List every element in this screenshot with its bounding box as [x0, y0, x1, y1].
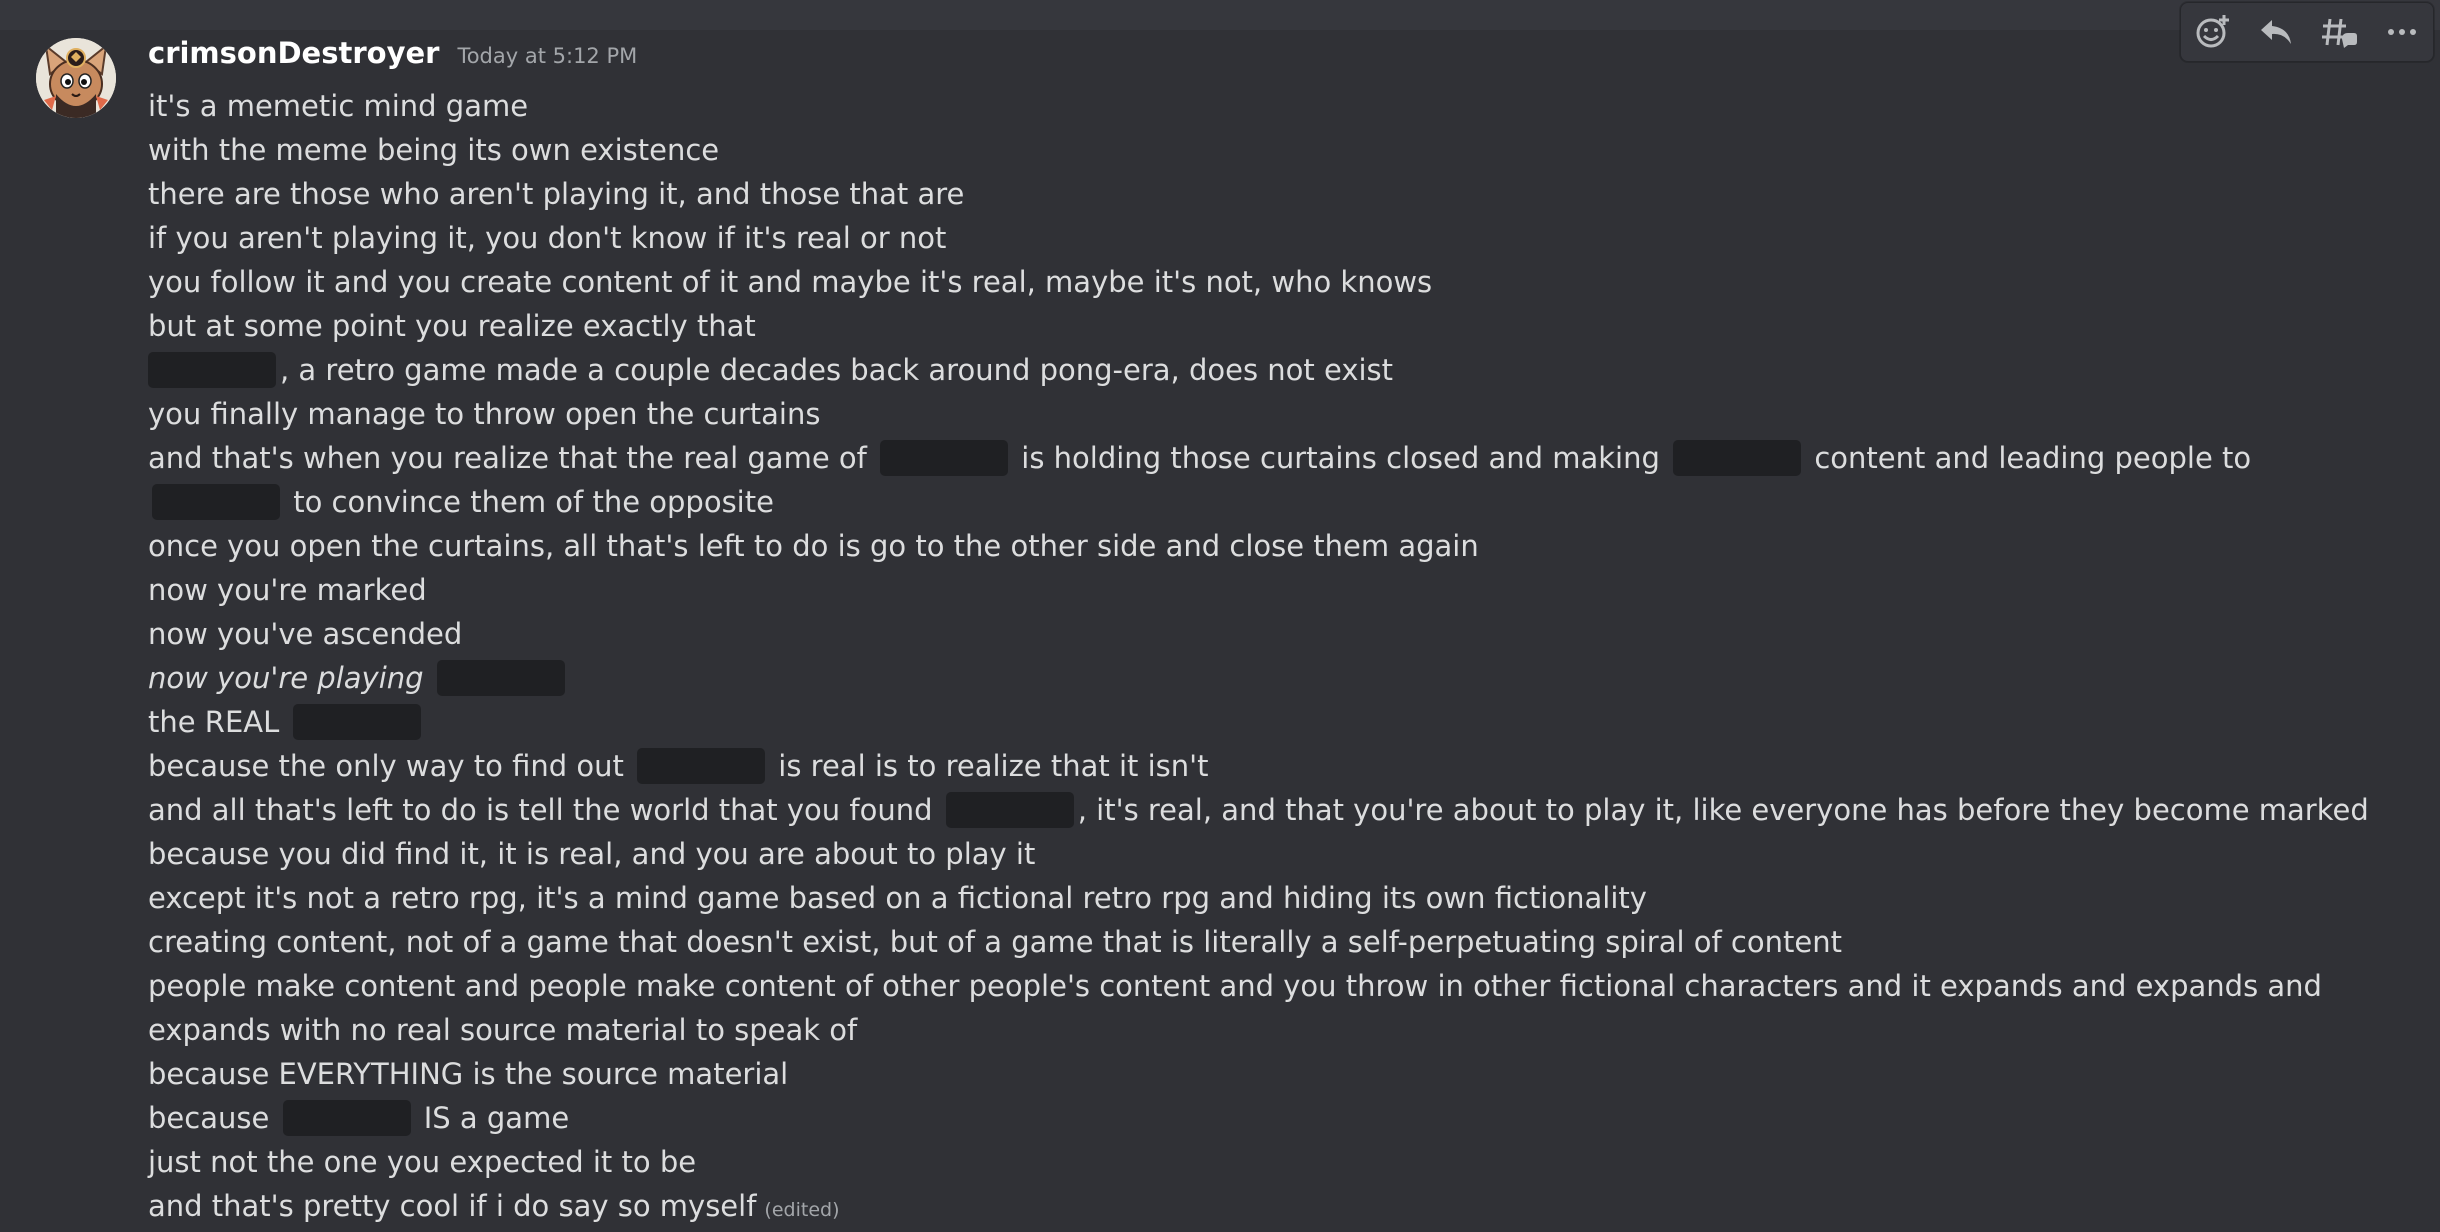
- top-band: [0, 0, 2440, 30]
- message-text: , it's real, and that you're about to pl…: [1077, 793, 2369, 827]
- message-line: and that's pretty cool if i do say so my…: [148, 1184, 2378, 1232]
- spoiler[interactable]: [945, 792, 1074, 828]
- message-line: now you're marked: [148, 573, 427, 607]
- spoiler[interactable]: [148, 352, 276, 388]
- message-text: to convince them of the opposite: [293, 485, 774, 519]
- message-line: once you open the curtains, all that's l…: [148, 529, 1479, 563]
- message-text: content and leading people to: [1814, 441, 2252, 475]
- message-text: now you're playing: [148, 661, 424, 695]
- message-line: except it's not a retro rpg, it's a mind…: [148, 881, 1647, 915]
- add-reaction-icon: [2196, 15, 2229, 48]
- message-line: people make content and people make cont…: [148, 969, 2322, 1047]
- spoiler[interactable]: [292, 704, 421, 740]
- message-line: it's a memetic mind game: [148, 89, 529, 123]
- message-text: is real is to realize that it isn't: [778, 749, 1209, 783]
- message-text: because the only way to find out: [148, 749, 624, 783]
- edited-label: (edited): [764, 1199, 840, 1221]
- message-content: it's a memetic mind game with the meme b…: [148, 84, 2378, 1232]
- message-header: crimsonDestroyer Today at 5:12 PM: [148, 36, 637, 80]
- message-text: the REAL: [148, 705, 280, 739]
- spoiler[interactable]: [282, 1100, 411, 1136]
- message-line: now you've ascended: [148, 617, 463, 651]
- message-line: , a retro game made a couple decades bac…: [148, 348, 2378, 392]
- reply-icon: [2260, 20, 2291, 44]
- message-text: because: [148, 1101, 270, 1135]
- more-button[interactable]: [2376, 8, 2428, 56]
- message-line: because the only way to find out is real…: [148, 744, 2378, 788]
- message-line: you follow it and you create content of …: [148, 265, 1433, 299]
- create-thread-button[interactable]: [2313, 8, 2365, 56]
- spoiler[interactable]: [1673, 440, 1802, 476]
- message-text: and that's pretty cool if i do say so my…: [148, 1189, 757, 1223]
- spoiler[interactable]: [436, 660, 565, 696]
- message-line: with the meme being its own existence: [148, 133, 720, 167]
- message-line: you finally manage to throw open the cur…: [148, 397, 821, 431]
- message-line: now you're playing: [148, 656, 2378, 700]
- message-line: there are those who aren't playing it, a…: [148, 177, 965, 211]
- message-line: because EVERYTHING is the source materia…: [148, 1057, 789, 1091]
- message-line: but at some point you realize exactly th…: [148, 309, 756, 343]
- message-line: and all that's left to do is tell the wo…: [148, 788, 2378, 832]
- create-thread-icon: [2321, 18, 2357, 48]
- avatar[interactable]: [36, 38, 116, 118]
- more-icon: [2387, 29, 2416, 35]
- username[interactable]: crimsonDestroyer: [148, 36, 439, 70]
- message-line: just not the one you expected it to be: [148, 1145, 697, 1179]
- spoiler[interactable]: [637, 748, 766, 784]
- timestamp[interactable]: Today at 5:12 PM: [457, 44, 637, 68]
- message-text: is holding those curtains closed and mak…: [1021, 441, 1660, 475]
- add-reaction-button[interactable]: [2187, 8, 2239, 56]
- reply-button[interactable]: [2250, 8, 2302, 56]
- message-text: and that's when you realize that the rea…: [148, 441, 867, 475]
- message-line: if you aren't playing it, you don't know…: [148, 221, 947, 255]
- message-toolbar: [2180, 2, 2434, 62]
- message-text: , a retro game made a couple decades bac…: [280, 353, 1394, 387]
- spoiler[interactable]: [880, 440, 1009, 476]
- message-line: because IS a game: [148, 1096, 2378, 1140]
- message-text: IS a game: [423, 1101, 570, 1135]
- spoiler[interactable]: [152, 484, 280, 520]
- message-line: creating content, not of a game that doe…: [148, 925, 1842, 959]
- message-line: because you did find it, it is real, and…: [148, 837, 1036, 871]
- message-line: the REAL: [148, 700, 2378, 744]
- message-text: and all that's left to do is tell the wo…: [148, 793, 933, 827]
- message-line: and that's when you realize that the rea…: [148, 436, 2378, 524]
- chat-message: crimsonDestroyer Today at 5:12 PM it's a…: [0, 30, 2440, 1227]
